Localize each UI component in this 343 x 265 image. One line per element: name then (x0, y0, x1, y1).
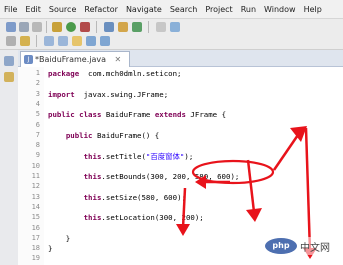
code-editor[interactable]: package com.mch0dmln.seticon; import java… (44, 67, 343, 265)
code-line[interactable]: this.setTitle("百度窗体"); (48, 151, 194, 162)
menu-help[interactable]: Help (300, 5, 326, 14)
code-line[interactable]: import javax.swing.JFrame; (48, 90, 168, 99)
last-edit-icon[interactable] (72, 36, 82, 46)
save-all-icon[interactable] (32, 22, 42, 32)
code-line[interactable]: public BaiduFrame() { (48, 131, 159, 140)
line-number: 4 (35, 99, 40, 108)
line-number: 7 (35, 130, 40, 139)
line-number: 1 (35, 69, 40, 77)
code-line[interactable]: this.setSize(580, 600); (48, 193, 186, 202)
open-type-icon[interactable] (156, 22, 166, 32)
line-number-gutter: 1 2 3 4 5 6 7 8 9 10 11 12 13 14 15 16 17 18 19 (18, 67, 45, 265)
tab-label: *BaiduFrame.java (35, 55, 106, 64)
restore-icon[interactable] (4, 56, 14, 66)
new-package-icon[interactable] (118, 22, 128, 32)
menu-navigate[interactable]: Navigate (122, 5, 166, 14)
menu-project[interactable]: Project (201, 5, 236, 14)
menu-bar: File Edit Source Refactor Navigate Searc… (0, 0, 343, 19)
line-number: 13 (31, 192, 40, 201)
line-number: 15 (31, 213, 40, 222)
menu-search[interactable]: Search (166, 5, 201, 14)
line-number: 6 (35, 120, 40, 129)
menu-run[interactable]: Run (237, 5, 260, 14)
menu-window[interactable]: Window (260, 5, 300, 14)
code-line[interactable]: public class BaiduFrame extends JFrame { (48, 110, 226, 119)
annotation-icon[interactable] (20, 36, 30, 46)
line-number: 3 (35, 89, 40, 98)
line-number: 9 (35, 151, 40, 160)
new-class-icon[interactable] (132, 22, 142, 32)
next-annotation-icon[interactable] (44, 36, 54, 46)
external-tools-icon[interactable] (80, 22, 90, 32)
package-explorer-icon[interactable] (4, 72, 14, 82)
back-icon[interactable] (86, 36, 96, 46)
watermark-text: 中文网 (300, 242, 330, 254)
toggle-mark-icon[interactable] (6, 36, 16, 46)
menu-file[interactable]: File (0, 5, 21, 14)
line-number: 16 (31, 223, 40, 232)
main-toolbar (0, 19, 343, 50)
php-logo: php (265, 238, 297, 254)
new-java-project-icon[interactable] (104, 22, 114, 32)
line-number: 12 (31, 182, 40, 191)
line-number: 17 (31, 233, 40, 242)
code-line[interactable]: this.setBounds(300, 200, 580, 600); (48, 172, 240, 181)
watermark: php 中文网 (262, 237, 333, 255)
line-number: 8 (35, 141, 40, 150)
search-icon[interactable] (170, 22, 180, 32)
eclipse-window: File Edit Source Refactor Navigate Searc… (0, 0, 343, 265)
line-number: 2 (35, 79, 40, 88)
code-line[interactable]: } (48, 244, 52, 253)
previous-annotation-icon[interactable] (58, 36, 68, 46)
code-line[interactable]: this.setLocation(300, 200); (48, 213, 204, 222)
line-number: 18 (31, 244, 40, 253)
save-icon[interactable] (19, 22, 29, 32)
line-number: 19 (31, 254, 40, 263)
line-number: 14 (31, 202, 40, 211)
menu-edit[interactable]: Edit (21, 5, 45, 14)
line-number: 5 (35, 110, 40, 119)
left-trim-bar (0, 50, 19, 265)
debug-icon[interactable] (52, 22, 62, 32)
new-icon[interactable] (6, 22, 16, 32)
line-number: 11 (31, 172, 40, 180)
forward-icon[interactable] (100, 36, 110, 46)
java-file-icon: J (24, 55, 33, 64)
menu-refactor[interactable]: Refactor (80, 5, 122, 14)
line-number: 10 (31, 161, 40, 170)
code-line[interactable]: package com.mch0dmln.seticon; (48, 69, 182, 78)
menu-source[interactable]: Source (45, 5, 80, 14)
run-icon[interactable] (66, 22, 76, 32)
tab-baiduframe-java[interactable]: J *BaiduFrame.java ✕ (20, 51, 131, 67)
code-line[interactable]: } (48, 234, 70, 243)
editor-tab-bar: J *BaiduFrame.java ✕ (18, 50, 343, 67)
close-icon[interactable]: ✕ (115, 55, 122, 64)
